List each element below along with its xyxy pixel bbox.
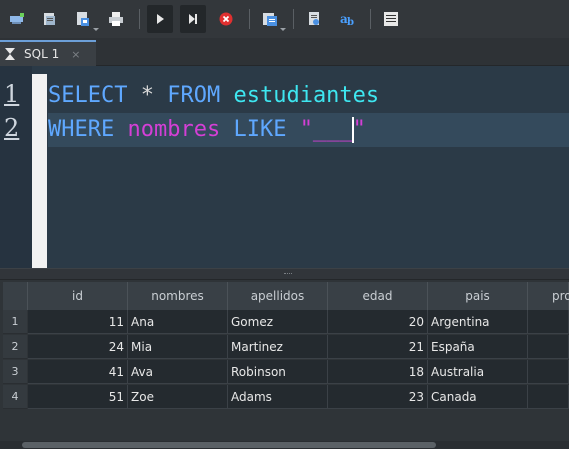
print-button[interactable] bbox=[103, 5, 129, 33]
stop-button[interactable] bbox=[213, 5, 239, 33]
output-button[interactable] bbox=[378, 5, 404, 33]
scrollbar-thumb[interactable] bbox=[22, 442, 436, 448]
column-header-nombres[interactable]: nombres bbox=[128, 282, 228, 310]
cell-pais[interactable]: Australia bbox=[428, 360, 528, 384]
column-header-pro[interactable]: pro bbox=[528, 282, 569, 310]
run-button[interactable] bbox=[147, 5, 173, 33]
grid-corner[interactable] bbox=[3, 282, 28, 310]
cell-id[interactable]: 11 bbox=[28, 310, 128, 334]
column-name: nombres bbox=[127, 117, 221, 142]
tab-label: SQL 1 bbox=[24, 47, 60, 61]
cell-pro[interactable] bbox=[528, 385, 569, 409]
column-header-apellidos[interactable]: apellidos bbox=[228, 282, 328, 310]
close-icon[interactable]: × bbox=[71, 48, 80, 61]
chevron-down-icon bbox=[280, 28, 286, 31]
line-number: 2 bbox=[4, 114, 20, 142]
cell-nombres[interactable]: Ana bbox=[128, 310, 228, 334]
cell-id[interactable]: 24 bbox=[28, 335, 128, 359]
line-number: 1 bbox=[4, 80, 20, 108]
cell-apellidos[interactable]: Robinson bbox=[228, 360, 328, 384]
save-file-button[interactable] bbox=[70, 5, 99, 33]
cell-id[interactable]: 51 bbox=[28, 385, 128, 409]
explain-button[interactable] bbox=[301, 5, 327, 33]
format-button[interactable]: ab bbox=[334, 5, 360, 33]
horizontal-scrollbar[interactable] bbox=[0, 441, 569, 449]
splitter-grip-icon[interactable] bbox=[284, 273, 292, 275]
run-icon bbox=[157, 14, 164, 24]
format-icon: ab bbox=[340, 12, 354, 27]
svg-text:b: b bbox=[347, 17, 354, 27]
cell-pro[interactable] bbox=[528, 335, 569, 359]
stop-icon bbox=[219, 12, 233, 26]
explain-icon bbox=[309, 12, 319, 25]
hourglass-icon bbox=[5, 48, 15, 60]
line-number-gutter: 1 2 bbox=[0, 66, 32, 268]
run-step-icon bbox=[189, 14, 197, 24]
cell-edad[interactable]: 18 bbox=[328, 360, 428, 384]
pane-splitter[interactable] bbox=[0, 268, 569, 280]
column-header-edad[interactable]: edad bbox=[328, 282, 428, 310]
row-header[interactable]: 4 bbox=[3, 385, 27, 409]
cell-apellidos[interactable]: Gomez bbox=[228, 310, 328, 334]
toolbar-separator bbox=[139, 9, 140, 29]
sql-editor[interactable]: 1 2 SELECT * FROM estudiantes WHERE nomb… bbox=[0, 66, 569, 268]
run-step-button[interactable] bbox=[180, 5, 206, 33]
cell-id[interactable]: 41 bbox=[28, 360, 128, 384]
new-connection-button[interactable] bbox=[4, 5, 30, 33]
results-grid: id nombres apellidos edad pais pro 1 11 … bbox=[0, 280, 569, 449]
cell-pais[interactable]: España bbox=[428, 335, 528, 359]
save-file-icon bbox=[77, 12, 89, 26]
keyword-like: LIKE bbox=[233, 117, 287, 142]
new-connection-icon bbox=[10, 13, 24, 24]
cell-apellidos[interactable]: Adams bbox=[228, 385, 328, 409]
table-name: estudiantes bbox=[233, 83, 380, 108]
print-icon bbox=[109, 12, 123, 26]
results-button[interactable] bbox=[257, 5, 286, 33]
row-header[interactable]: 3 bbox=[3, 360, 27, 384]
operator-star: * bbox=[127, 83, 168, 108]
toolbar-separator bbox=[293, 9, 294, 29]
chevron-down-icon bbox=[93, 28, 99, 31]
cell-edad[interactable]: 21 bbox=[328, 335, 428, 359]
cell-edad[interactable]: 20 bbox=[328, 310, 428, 334]
keyword-where: WHERE bbox=[48, 117, 115, 142]
cell-pais[interactable]: Argentina bbox=[428, 310, 528, 334]
cell-pais[interactable]: Canada bbox=[428, 385, 528, 409]
cell-apellidos[interactable]: Martinez bbox=[228, 335, 328, 359]
string-literal-open: "___ bbox=[299, 117, 353, 142]
open-file-button[interactable] bbox=[37, 5, 63, 33]
row-header[interactable]: 2 bbox=[3, 335, 27, 359]
fold-margin bbox=[32, 74, 47, 268]
editor-tab-strip: SQL 1 × bbox=[0, 38, 569, 66]
output-icon bbox=[384, 12, 398, 26]
cell-nombres[interactable]: Zoe bbox=[128, 385, 228, 409]
open-file-icon bbox=[44, 13, 55, 25]
cell-edad[interactable]: 23 bbox=[328, 385, 428, 409]
row-header[interactable]: 1 bbox=[3, 310, 27, 334]
code-line-2[interactable]: WHERE nombres LIKE "___" bbox=[48, 113, 569, 147]
cell-pro[interactable] bbox=[528, 360, 569, 384]
tab-sql-1[interactable]: SQL 1 × bbox=[0, 40, 96, 66]
keyword-from: FROM bbox=[167, 83, 221, 108]
toolbar-separator bbox=[249, 9, 250, 29]
cell-nombres[interactable]: Mia bbox=[128, 335, 228, 359]
string-literal-close: " bbox=[352, 117, 366, 142]
cell-pro[interactable] bbox=[528, 310, 569, 334]
results-icon bbox=[263, 13, 277, 26]
column-header-pais[interactable]: pais bbox=[428, 282, 528, 310]
main-toolbar: ab bbox=[0, 0, 569, 38]
keyword-select: SELECT bbox=[48, 83, 128, 108]
code-line-1[interactable]: SELECT * FROM estudiantes bbox=[48, 79, 569, 113]
toolbar-separator bbox=[370, 9, 371, 29]
cell-nombres[interactable]: Ava bbox=[128, 360, 228, 384]
column-header-id[interactable]: id bbox=[28, 282, 128, 310]
